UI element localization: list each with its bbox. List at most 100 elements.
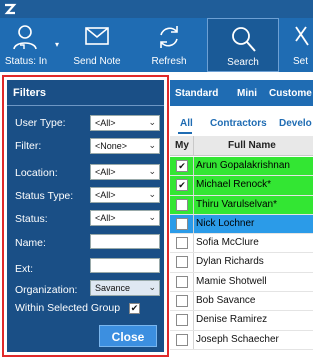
tab-all[interactable]: All (180, 118, 193, 129)
chevron-down-icon: ⌄ (148, 140, 156, 150)
toolbar: Status: In ▾ Send Note Refresh Search Se… (0, 18, 313, 72)
my-checkbox[interactable] (176, 179, 188, 192)
filters-title: Filters (13, 87, 47, 99)
status-value: <All> (95, 213, 116, 223)
my-checkbox[interactable] (176, 256, 188, 269)
full-name-cell: Denise Ramirez (196, 314, 268, 326)
status-button[interactable]: Status: In (0, 18, 52, 72)
tab-custom[interactable]: Custome (269, 88, 312, 99)
status-type-label: Status Type: (15, 190, 74, 202)
my-checkbox[interactable] (176, 237, 188, 250)
table-row[interactable]: Michael Renock* (170, 176, 313, 196)
full-name-cell: Mamie Shotwell (196, 275, 267, 287)
full-name-cell: Michael Renock* (196, 179, 272, 191)
refresh-icon (160, 26, 178, 48)
status-type-select[interactable]: <All> ⌄ (90, 187, 160, 203)
settings-icon (295, 26, 309, 46)
table-row[interactable]: Nick Lochner (170, 214, 313, 235)
name-input[interactable] (90, 234, 160, 249)
envelope-icon (85, 27, 109, 45)
table-row[interactable]: Dylan Richards (170, 253, 313, 273)
group-tabs: All Contractors Develo (170, 110, 313, 136)
column-divider (193, 330, 194, 349)
status-dropdown-arrow-icon[interactable]: ▾ (55, 40, 59, 49)
tab-developers[interactable]: Develo (279, 118, 312, 129)
my-checkbox[interactable] (176, 275, 188, 288)
full-name-cell: Sofia McClure (196, 237, 259, 249)
name-label: Name: (15, 237, 46, 249)
ext-input[interactable] (90, 258, 160, 273)
filters-panel: Filters User Type: <All> ⌄ Filter: <None… (2, 75, 169, 357)
my-checkbox[interactable] (176, 198, 188, 211)
my-checkbox[interactable] (176, 333, 188, 346)
title-bar (0, 0, 313, 18)
table-row[interactable]: Mamie Shotwell (170, 272, 313, 293)
table-row[interactable]: Arun Gopalakrishnan (170, 157, 313, 177)
table-row[interactable]: Bob Savance (170, 292, 313, 312)
my-checkbox[interactable] (176, 295, 188, 308)
column-divider (193, 136, 194, 156)
active-tab-indicator (178, 132, 192, 134)
column-divider (193, 176, 194, 195)
my-checkbox[interactable] (176, 160, 188, 172)
ext-label: Ext: (15, 263, 34, 275)
column-header-my[interactable]: My (175, 140, 189, 151)
user-status-icon (13, 25, 37, 50)
filter-value: <None> (95, 141, 128, 151)
chevron-down-icon: ⌄ (148, 117, 156, 127)
column-divider (193, 195, 194, 214)
organization-label: Organization: (15, 284, 78, 296)
close-button[interactable]: Close (99, 325, 157, 347)
column-divider (193, 253, 194, 272)
user-type-select[interactable]: <All> ⌄ (90, 115, 160, 131)
column-divider (193, 157, 194, 176)
send-note-label: Send Note (73, 56, 121, 67)
organization-value: Savance (95, 283, 131, 293)
status-label: Status: (15, 213, 48, 225)
my-checkbox[interactable] (176, 217, 188, 230)
settings-button[interactable]: Set (290, 18, 320, 72)
column-divider (193, 272, 194, 292)
full-name-cell: Bob Savance (196, 295, 256, 307)
table-row[interactable]: Denise Ramirez (170, 311, 313, 331)
within-selected-group-checkbox[interactable]: ✔ (129, 303, 140, 314)
full-name-cell: Nick Lochner (196, 217, 255, 229)
chevron-down-icon: ⌄ (148, 282, 156, 292)
table-row[interactable]: Thiru Varulselvan* (170, 195, 313, 215)
location-select[interactable]: <All> ⌄ (90, 164, 160, 180)
user-type-value: <All> (95, 118, 116, 128)
grid-header: My Full Name (170, 136, 313, 156)
tab-contractors[interactable]: Contractors (210, 118, 267, 129)
location-label: Location: (15, 167, 58, 179)
full-name-cell: Arun Gopalakrishnan (196, 160, 290, 171)
table-row[interactable]: Sofia McClure (170, 234, 313, 254)
filter-label: Filter: (15, 140, 42, 152)
settings-label: Set (293, 56, 309, 67)
tab-standard[interactable]: Standard (175, 88, 218, 99)
search-label: Search (227, 57, 259, 68)
refresh-button[interactable]: Refresh (138, 18, 200, 72)
user-list: Arun Gopalakrishnan Michael Renock* Thir… (170, 157, 313, 350)
organization-select[interactable]: Savance ⌄ (90, 280, 160, 296)
refresh-label: Refresh (151, 56, 187, 67)
chevron-down-icon: ⌄ (148, 166, 156, 176)
my-checkbox[interactable] (176, 314, 188, 327)
column-divider (193, 234, 194, 253)
status-label: Status: In (4, 56, 48, 67)
search-button[interactable]: Search (207, 18, 279, 72)
column-header-full-name[interactable]: Full Name (228, 140, 276, 151)
status-select[interactable]: <All> ⌄ (90, 210, 160, 226)
full-name-cell: Joseph Schaecher (196, 333, 279, 345)
column-divider (193, 292, 194, 311)
app-logo-icon (4, 3, 17, 15)
chevron-down-icon: ⌄ (148, 212, 156, 222)
view-tabs: Standard Mini Custome (170, 80, 313, 106)
filter-select[interactable]: <None> ⌄ (90, 138, 160, 154)
user-type-label: User Type: (15, 117, 66, 129)
status-type-value: <All> (95, 190, 116, 200)
send-note-button[interactable]: Send Note (66, 18, 128, 72)
tab-mini[interactable]: Mini (237, 88, 257, 99)
table-row[interactable]: Joseph Schaecher (170, 330, 313, 350)
column-divider (193, 214, 194, 234)
location-value: <All> (95, 167, 116, 177)
